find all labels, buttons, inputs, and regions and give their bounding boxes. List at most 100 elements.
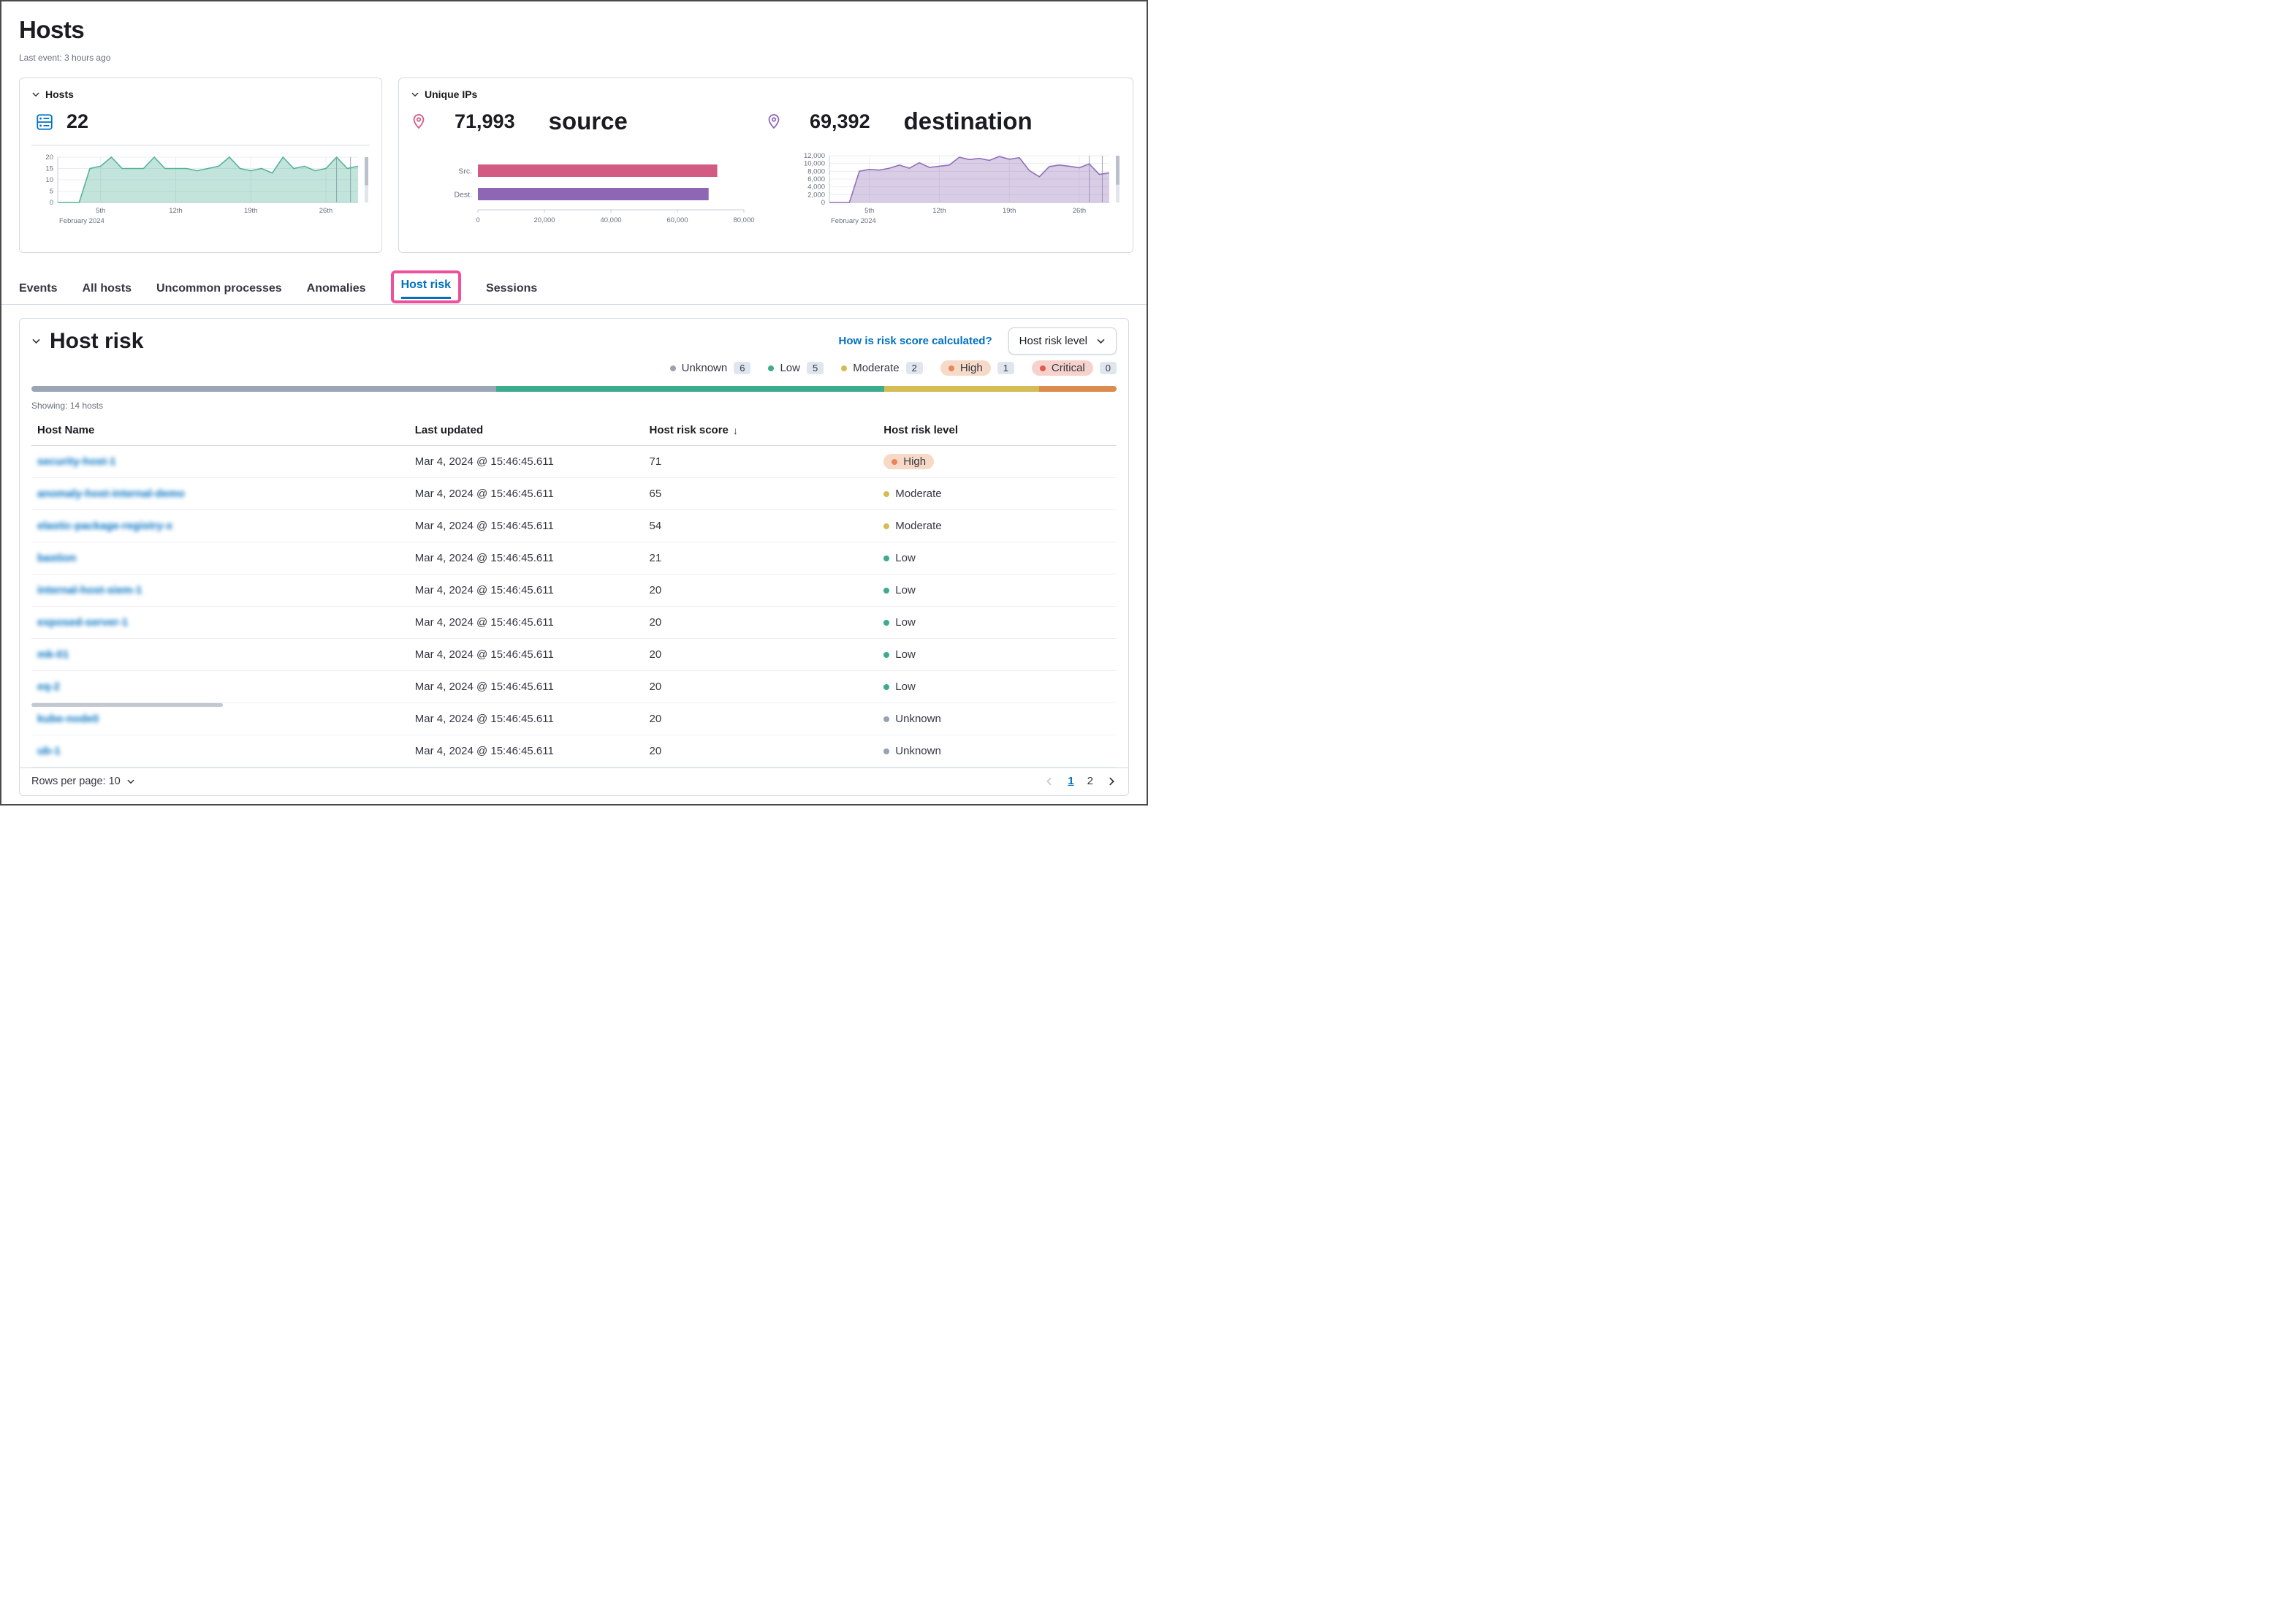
legend-swatch: Critical — [1032, 360, 1093, 376]
last-updated-cell: Mar 4, 2024 @ 15:46:45.611 — [409, 552, 644, 564]
host-icon — [36, 113, 53, 131]
host-name-cell: ub-1 — [31, 745, 409, 757]
risk-level-label: Low — [895, 584, 916, 596]
host-name-cell: anomaly-host-internal-demo — [31, 488, 409, 500]
showing-count-text: Showing: 14 hosts — [31, 401, 1117, 411]
column-header-host-name[interactable]: Host Name — [31, 418, 409, 445]
host-name-link[interactable]: kube-node0 — [37, 713, 99, 725]
host-risk-score-cell: 20 — [644, 745, 878, 757]
rows-per-page-control[interactable]: Rows per page: 10 — [31, 776, 135, 787]
svg-text:26th: 26th — [319, 207, 333, 215]
legend-label: High — [960, 362, 983, 374]
page-title: Hosts — [19, 16, 1129, 44]
legend-item-low[interactable]: Low5 — [768, 362, 824, 374]
unique-ips-panel: Unique IPs 71,993 source — [398, 77, 1133, 253]
legend-item-high[interactable]: High1 — [940, 360, 1014, 376]
host-risk-collapse-chevron-icon[interactable] — [31, 336, 41, 346]
svg-text:8,000: 8,000 — [807, 167, 825, 175]
last-event-text: Last event: 3 hours ago — [19, 53, 1129, 63]
svg-text:19th: 19th — [244, 207, 258, 215]
host-name-link[interactable]: anomaly-host-internal-demo — [37, 488, 185, 500]
svg-text:26th: 26th — [1073, 207, 1087, 215]
host-risk-level-cell: Unknown — [878, 745, 1117, 758]
table-row: security-host-1 Mar 4, 2024 @ 15:46:45.61… — [31, 446, 1117, 478]
host-name-link[interactable]: elastic-package-registry-x — [37, 520, 172, 532]
next-page-button[interactable] — [1106, 776, 1117, 786]
destination-ips-metric: 69,392 destination — [766, 107, 1121, 135]
risk-level-dot — [883, 620, 889, 626]
risk-level-badge: Low — [883, 648, 916, 661]
table-row: exposed-server-1Mar 4, 2024 @ 15:46:45.6… — [31, 607, 1117, 639]
host-name-link[interactable]: ub-1 — [37, 745, 61, 757]
legend-swatch: Low — [768, 362, 800, 374]
svg-text:4,000: 4,000 — [807, 183, 825, 192]
risk-level-badge: High — [883, 454, 934, 469]
column-header-host-risk-score[interactable]: Host risk score ↓ — [644, 418, 878, 445]
host-name-link[interactable]: internal-host-siem-1 — [37, 584, 142, 596]
host-name-cell: eq-2 — [31, 681, 409, 693]
host-risk-score-cell: 20 — [644, 584, 878, 596]
legend-item-moderate[interactable]: Moderate2 — [841, 362, 923, 374]
risk-level-dot — [883, 588, 889, 594]
last-updated-cell: Mar 4, 2024 @ 15:46:45.611 — [409, 455, 644, 468]
risk-level-dot — [883, 716, 889, 722]
host-risk-title: Host risk — [50, 329, 143, 354]
risk-level-label: Low — [895, 552, 916, 564]
host-name-link[interactable]: security-host-1 — [37, 455, 116, 468]
hosts-area-chart: 051015205th12th19th26thFebruary 2024 — [31, 153, 370, 235]
risk-level-badge: Low — [883, 616, 916, 629]
host-risk-level-cell: Low — [878, 681, 1117, 694]
tab-anomalies[interactable]: Anomalies — [307, 282, 366, 304]
legend-dot — [768, 365, 774, 371]
risk-level-badge: Low — [883, 681, 916, 693]
page-1[interactable]: 1 — [1068, 775, 1073, 787]
legend-label: Moderate — [853, 362, 899, 374]
page-header: Hosts Last event: 3 hours ago — [1, 1, 1147, 63]
risk-level-badge: Unknown — [883, 745, 941, 757]
legend-item-critical[interactable]: Critical0 — [1032, 360, 1117, 376]
risk-level-label: Moderate — [895, 488, 941, 500]
tab-sessions[interactable]: Sessions — [486, 282, 537, 304]
svg-text:0: 0 — [50, 199, 53, 207]
table-row: internal-host-siem-1Mar 4, 2024 @ 15:46:… — [31, 575, 1117, 607]
tab-uncommon-processes[interactable]: Uncommon processes — [156, 282, 282, 304]
last-updated-cell: Mar 4, 2024 @ 15:46:45.611 — [409, 520, 644, 532]
svg-text:40,000: 40,000 — [600, 216, 621, 224]
svg-text:February 2024: February 2024 — [59, 217, 104, 225]
host-name-link[interactable]: eq-2 — [37, 681, 60, 693]
legend-item-unknown[interactable]: Unknown6 — [670, 362, 751, 374]
table-row: eq-2Mar 4, 2024 @ 15:46:45.61120Low — [31, 671, 1117, 703]
tab-all-hosts[interactable]: All hosts — [82, 282, 132, 304]
destination-pin-icon — [766, 113, 782, 129]
hosts-count: 22 — [66, 110, 88, 133]
summary-panels-row: Hosts 22 051015205th12th19th26thFebruary… — [1, 63, 1147, 253]
risk-score-help-link[interactable]: How is risk score calculated? — [839, 335, 992, 347]
host-risk-level-cell: Low — [878, 584, 1117, 597]
tab-events[interactable]: Events — [19, 282, 57, 304]
host-name-link[interactable]: exposed-server-1 — [37, 616, 128, 629]
horizontal-scrollbar-thumb[interactable] — [31, 703, 223, 707]
pagination: 12 — [1044, 775, 1117, 787]
host-name-cell: elastic-package-registry-x — [31, 520, 409, 532]
legend-swatch: High — [940, 360, 991, 376]
tab-host-risk[interactable]: Host risk — [401, 278, 451, 299]
host-risk-level-filter-button[interactable]: Host risk level — [1008, 327, 1117, 355]
last-updated-cell: Mar 4, 2024 @ 15:46:45.611 — [409, 745, 644, 757]
host-name-link[interactable]: mk-01 — [37, 648, 69, 661]
hosts-panel-collapse-chevron-icon[interactable] — [31, 90, 40, 99]
column-header-host-risk-level[interactable]: Host risk level — [878, 418, 1117, 445]
host-risk-score-cell: 21 — [644, 552, 878, 564]
risk-level-label: Moderate — [895, 520, 941, 532]
legend-dot — [949, 365, 954, 371]
risk-level-dot — [883, 748, 889, 754]
unique-ips-collapse-chevron-icon[interactable] — [411, 90, 419, 99]
svg-text:0: 0 — [476, 216, 479, 224]
svg-text:20,000: 20,000 — [533, 216, 555, 224]
previous-page-button[interactable] — [1044, 776, 1054, 786]
risk-level-badge: Moderate — [883, 488, 941, 500]
tabs: Events All hosts Uncommon processes Anomali… — [1, 253, 1147, 304]
page-2[interactable]: 2 — [1087, 775, 1093, 787]
host-risk-score-cell: 54 — [644, 520, 878, 532]
host-name-link[interactable]: bastion — [37, 552, 76, 564]
column-header-last-updated[interactable]: Last updated — [409, 418, 644, 445]
